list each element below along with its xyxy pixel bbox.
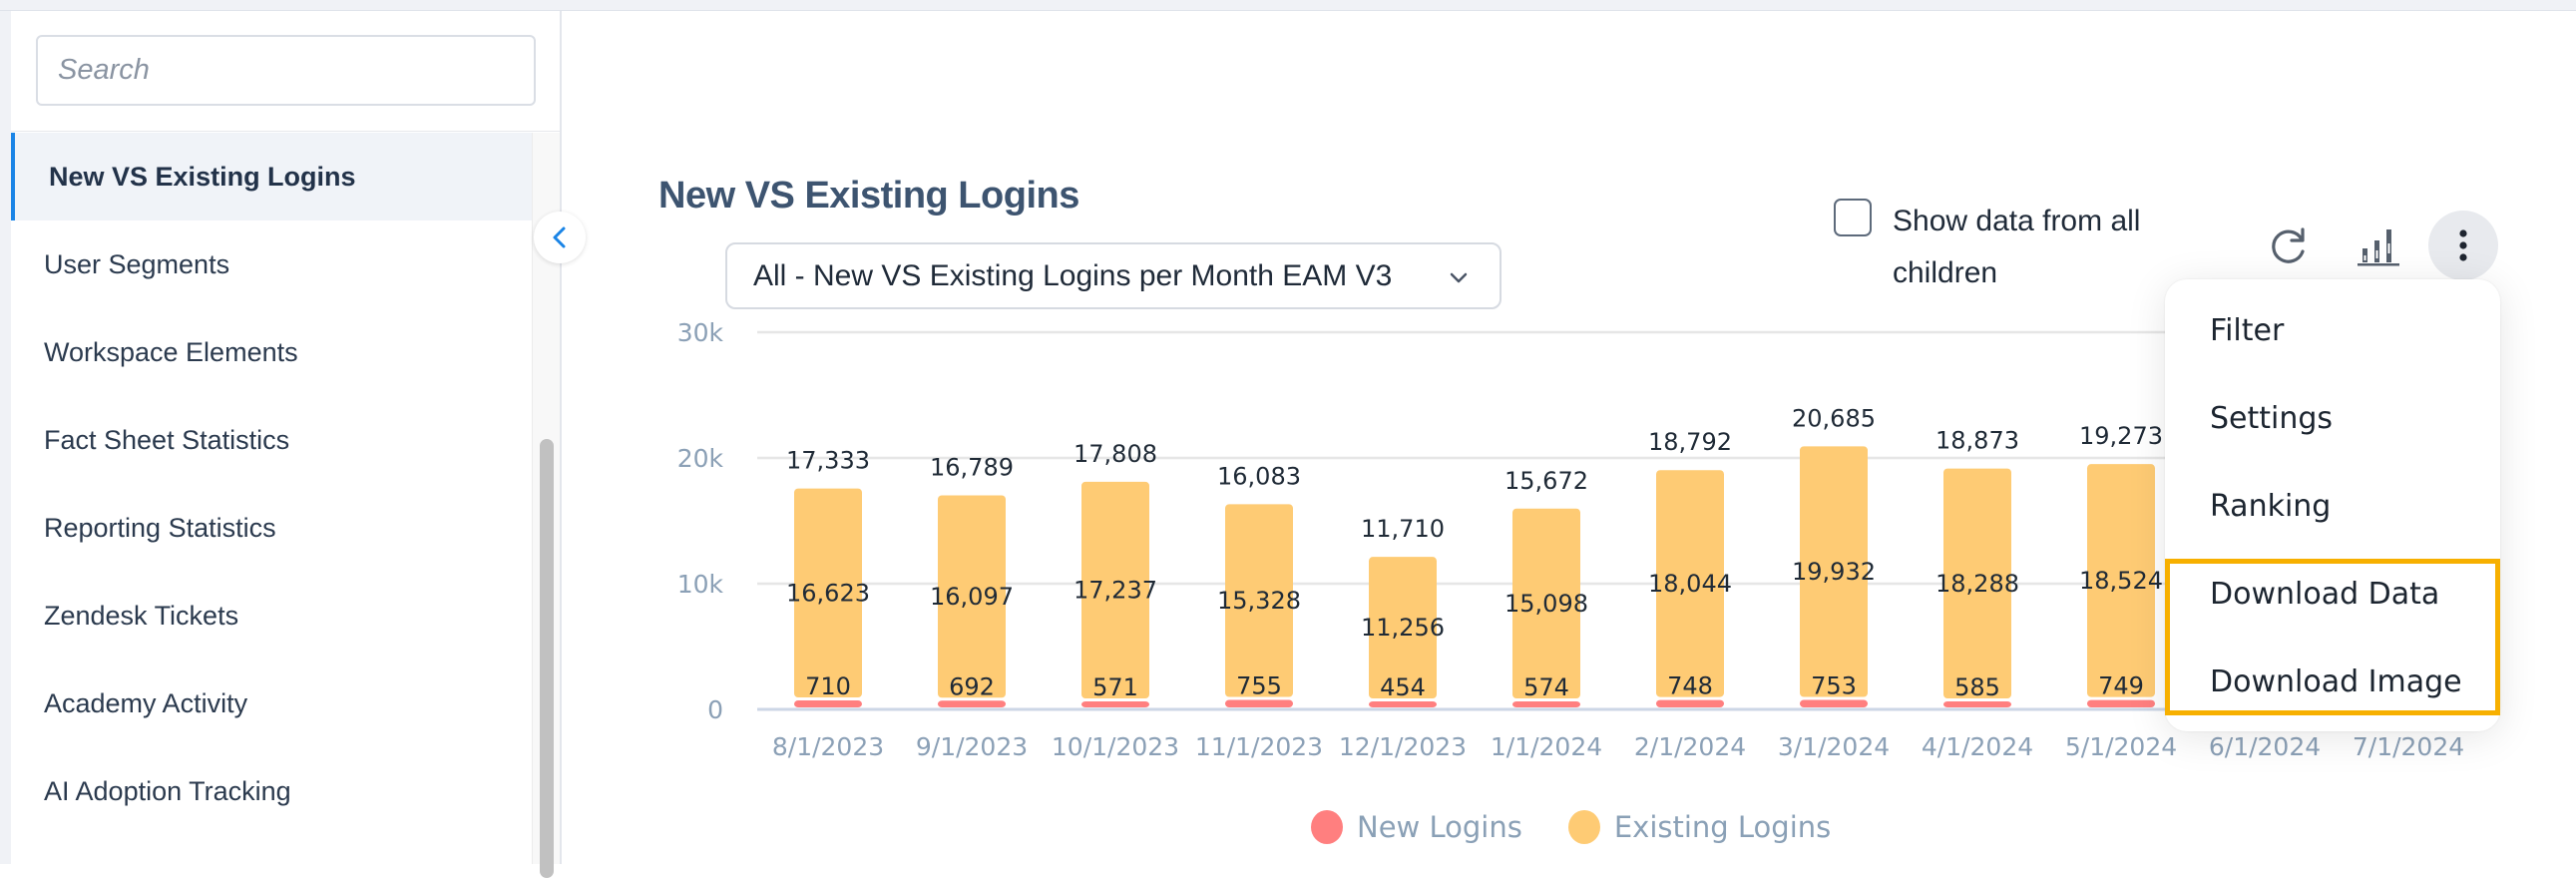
value-label-new-logins: 749 — [2098, 672, 2144, 700]
value-label-total: 18,792 — [1648, 428, 1732, 456]
value-label-existing-logins: 15,098 — [1504, 590, 1588, 618]
x-tick-label: 4/1/2024 — [1922, 732, 2033, 761]
chart-legend: New Logins Existing Logins — [1311, 810, 1877, 844]
bar-new-logins[interactable] — [1081, 701, 1149, 707]
value-label-new-logins: 571 — [1092, 673, 1138, 701]
value-label-new-logins: 755 — [1236, 671, 1282, 699]
value-label-existing-logins: 18,044 — [1648, 570, 1732, 598]
value-label-total: 15,672 — [1504, 467, 1588, 495]
value-label-total: 16,083 — [1217, 462, 1301, 490]
bar-new-logins[interactable] — [1656, 699, 1724, 707]
legend-label-new-logins: New Logins — [1357, 810, 1522, 844]
value-label-existing-logins: 16,623 — [786, 579, 870, 607]
bar-new-logins[interactable] — [1225, 699, 1293, 707]
bar-new-logins[interactable] — [1943, 701, 2011, 707]
value-label-total: 11,710 — [1361, 515, 1445, 543]
bar-new-logins[interactable] — [1369, 701, 1437, 707]
value-label-total: 16,789 — [930, 453, 1014, 481]
value-label-existing-logins: 19,932 — [1792, 558, 1876, 586]
menu-item-download-data[interactable]: Download Data — [2165, 550, 2500, 638]
legend-swatch-new-logins — [1311, 810, 1343, 844]
menu-item-label: Filter — [2210, 312, 2285, 348]
value-label-existing-logins: 15,328 — [1217, 587, 1301, 615]
value-label-total: 18,873 — [1935, 427, 2019, 455]
value-label-existing-logins: 16,097 — [930, 583, 1014, 611]
value-label-existing-logins: 18,288 — [1935, 570, 2019, 598]
chevron-left-icon — [553, 226, 566, 248]
x-tick-label: 5/1/2024 — [2065, 732, 2177, 761]
menu-item-filter[interactable]: Filter — [2165, 286, 2500, 374]
legend-label-existing-logins: Existing Logins — [1613, 810, 1832, 844]
menu-item-ranking[interactable]: Ranking — [2165, 462, 2500, 550]
bar-new-logins[interactable] — [1800, 699, 1868, 707]
x-tick-label: 3/1/2024 — [1778, 732, 1890, 761]
menu-item-settings[interactable]: Settings — [2165, 374, 2500, 462]
value-label-total: 20,685 — [1792, 404, 1876, 432]
legend-swatch-existing-logins — [1567, 810, 1600, 844]
value-label-new-logins: 748 — [1667, 672, 1713, 700]
menu-item-label: Settings — [2210, 400, 2334, 436]
y-tick-label: 10k — [677, 570, 724, 599]
value-label-new-logins: 753 — [1811, 672, 1857, 700]
menu-item-label: Download Data — [2210, 576, 2440, 612]
value-label-existing-logins: 17,237 — [1073, 576, 1157, 604]
bar-new-logins[interactable] — [2087, 699, 2155, 707]
x-tick-label: 1/1/2024 — [1491, 732, 1602, 761]
bar-new-logins[interactable] — [794, 700, 862, 707]
x-tick-label: 9/1/2023 — [916, 732, 1028, 761]
value-label-total: 19,273 — [2079, 422, 2163, 450]
x-tick-label: 7/1/2024 — [2353, 732, 2464, 761]
x-tick-label: 8/1/2023 — [772, 732, 884, 761]
value-label-new-logins: 692 — [949, 672, 995, 700]
x-tick-label: 11/1/2023 — [1195, 732, 1323, 761]
value-label-new-logins: 710 — [805, 672, 851, 700]
y-tick-label: 30k — [677, 318, 724, 347]
value-label-total: 17,333 — [786, 447, 870, 475]
value-label-existing-logins: 11,256 — [1361, 614, 1445, 642]
x-tick-label: 12/1/2023 — [1339, 732, 1467, 761]
value-label-total: 17,808 — [1073, 440, 1157, 468]
value-label-new-logins: 454 — [1380, 673, 1426, 701]
value-label-new-logins: 585 — [1954, 673, 2000, 701]
x-tick-label: 6/1/2024 — [2209, 732, 2321, 761]
collapse-sidebar-button[interactable] — [534, 212, 586, 263]
value-label-new-logins: 574 — [1523, 673, 1569, 701]
y-tick-label: 0 — [707, 695, 723, 724]
y-tick-label: 20k — [677, 444, 724, 473]
legend-item-existing-logins[interactable]: Existing Logins — [1567, 810, 1832, 844]
legend-item-new-logins[interactable]: New Logins — [1311, 810, 1522, 844]
bar-new-logins[interactable] — [1512, 701, 1580, 707]
menu-item-label: Ranking — [2210, 488, 2332, 524]
x-tick-label: 2/1/2024 — [1634, 732, 1746, 761]
menu-item-label: Download Image — [2210, 663, 2462, 699]
bar-new-logins[interactable] — [938, 700, 1006, 707]
value-label-existing-logins: 18,524 — [2079, 567, 2163, 595]
chart-options-menu: Filter Settings Ranking Download Data Do… — [2165, 279, 2500, 731]
x-tick-label: 10/1/2023 — [1052, 732, 1179, 761]
menu-item-download-image[interactable]: Download Image — [2165, 638, 2500, 725]
